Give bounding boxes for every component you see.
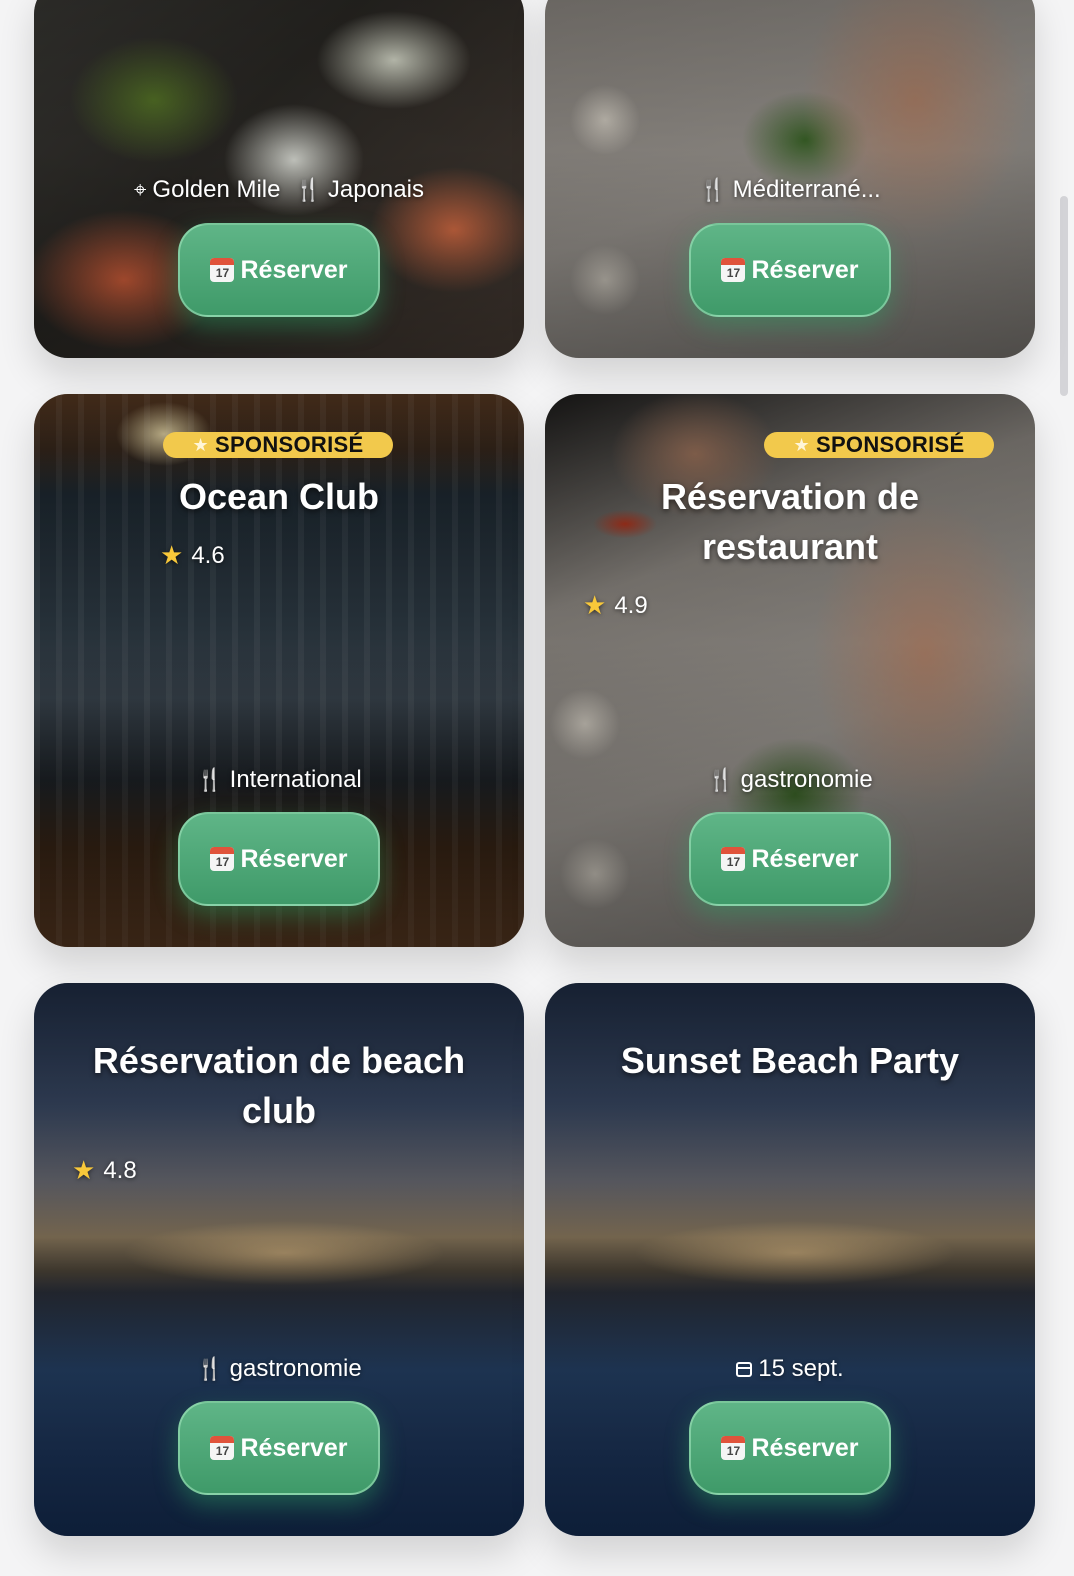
sponsored-badge-label: SPONSORISÉ bbox=[214, 432, 364, 457]
card-title: Ocean Club bbox=[178, 476, 380, 517]
map-pin-icon: ⌖ bbox=[134, 177, 147, 202]
card-title: Réservation de restaurant bbox=[575, 472, 1005, 572]
reserve-button[interactable]: 17 Réserver bbox=[178, 812, 380, 906]
reserve-button[interactable]: 17 Réserver bbox=[689, 223, 891, 317]
card-location: Golden Mile bbox=[152, 176, 281, 203]
card-meta: ⌖ Golden Mile 🍴 Japonais bbox=[34, 176, 524, 204]
rating-value: 4.9 bbox=[614, 591, 648, 619]
calendar-icon bbox=[736, 1361, 753, 1377]
venue-card[interactable]: ★ SPONSORISÉ Ocean Club ★ 4.6 🍴 Internation… bbox=[34, 394, 524, 947]
reserve-button[interactable]: 17 Réserver bbox=[178, 1401, 380, 1495]
sponsored-badge: ★ SPONSORISÉ bbox=[163, 432, 393, 458]
reserve-button-label: Réserver bbox=[751, 255, 859, 284]
reserve-button[interactable]: 17 Réserver bbox=[178, 223, 380, 317]
rating-value: 4.6 bbox=[191, 541, 225, 569]
card-title: Sunset Beach Party bbox=[620, 1040, 960, 1081]
reserve-button-label: Réserver bbox=[240, 1433, 348, 1462]
star-icon: ★ bbox=[192, 434, 209, 455]
fork-knife-icon: 🍴 bbox=[196, 767, 224, 792]
card-title: Réservation de beach club bbox=[64, 1036, 494, 1136]
venue-card[interactable]: Réservation de beach club ★ 4.8 🍴 gastrono… bbox=[34, 983, 524, 1536]
card-title-line: Réservation de bbox=[660, 476, 920, 517]
star-icon: ★ bbox=[160, 540, 184, 570]
rating-value: 4.8 bbox=[103, 1156, 137, 1184]
star-icon: ★ bbox=[72, 1155, 96, 1185]
card-title-line: restaurant bbox=[701, 526, 879, 567]
card-title-line: Réservation de beach bbox=[92, 1040, 466, 1081]
venue-card[interactable]: 🍴 Méditerrané... 17 Réserver bbox=[545, 0, 1035, 358]
calendar-emoji-icon: 17 bbox=[721, 258, 746, 282]
reserve-button-label: Réserver bbox=[240, 255, 348, 284]
calendar-emoji-icon: 17 bbox=[721, 847, 746, 871]
card-rating: ★ 4.6 bbox=[160, 540, 225, 571]
venue-card[interactable]: ⌖ Golden Mile 🍴 Japonais 17 Réserver bbox=[34, 0, 524, 358]
sponsored-badge: ★ SPONSORISÉ bbox=[764, 432, 994, 458]
card-meta: 🍴 International bbox=[34, 766, 524, 794]
card-cuisine: Méditerrané... bbox=[732, 176, 881, 203]
card-cuisine: gastronomie bbox=[229, 1355, 362, 1382]
card-meta: 15 sept. bbox=[545, 1355, 1035, 1383]
card-meta: 🍴 gastronomie bbox=[34, 1355, 524, 1383]
calendar-emoji-icon: 17 bbox=[721, 1436, 746, 1460]
card-meta: 🍴 Méditerrané... bbox=[545, 176, 1035, 204]
fork-knife-icon: 🍴 bbox=[699, 177, 727, 202]
card-cuisine: gastronomie bbox=[740, 766, 873, 793]
venue-card[interactable]: Sunset Beach Party 15 sept. 17 Réserver bbox=[545, 983, 1035, 1536]
card-date: 15 sept. bbox=[758, 1355, 844, 1382]
card-cuisine: International bbox=[229, 766, 362, 793]
reserve-button-label: Réserver bbox=[751, 844, 859, 873]
calendar-emoji-icon: 17 bbox=[210, 258, 235, 282]
calendar-emoji-icon: 17 bbox=[210, 847, 235, 871]
venue-card[interactable]: ★ SPONSORISÉ Réservation de restaurant ★ 4… bbox=[545, 394, 1035, 947]
reserve-button-label: Réserver bbox=[240, 844, 348, 873]
card-rating: ★ 4.8 bbox=[72, 1155, 137, 1186]
star-icon: ★ bbox=[793, 434, 810, 455]
card-cuisine: Japonais bbox=[327, 176, 424, 203]
card-meta: 🍴 gastronomie bbox=[545, 766, 1035, 794]
scrollbar[interactable] bbox=[1060, 196, 1068, 396]
fork-knife-icon: 🍴 bbox=[196, 1356, 224, 1381]
reserve-button[interactable]: 17 Réserver bbox=[689, 1401, 891, 1495]
fork-knife-icon: 🍴 bbox=[707, 767, 735, 792]
star-icon: ★ bbox=[583, 590, 607, 620]
reserve-button-label: Réserver bbox=[751, 1433, 859, 1462]
card-rating: ★ 4.9 bbox=[583, 590, 648, 621]
sponsored-badge-label: SPONSORISÉ bbox=[815, 432, 965, 457]
card-title-line: club bbox=[241, 1090, 316, 1131]
reserve-button[interactable]: 17 Réserver bbox=[689, 812, 891, 906]
fork-knife-icon: 🍴 bbox=[294, 177, 322, 202]
calendar-emoji-icon: 17 bbox=[210, 1436, 235, 1460]
